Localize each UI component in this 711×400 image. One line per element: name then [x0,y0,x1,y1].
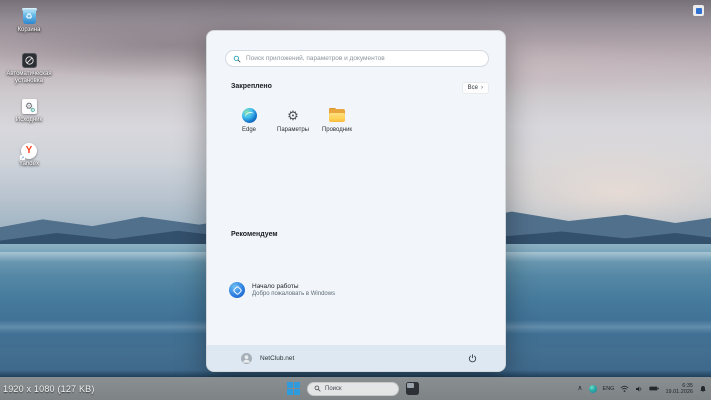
taskbar-search-label: Поиск [325,385,342,392]
desktop-icon-label: Автоматическая установка [6,71,52,84]
search-icon [233,55,241,62]
recycle-bin-icon: ♻ [21,7,38,25]
windows-logo-icon [287,382,293,388]
battery-icon[interactable] [649,385,660,392]
settings-gear-icon: ⚙ [287,107,299,123]
notifications-bell-icon[interactable] [699,385,707,393]
volume-icon[interactable] [635,385,643,393]
windows-logo-icon [294,382,300,388]
recommended-item-subtitle: Добро пожаловать в Windows [252,291,336,297]
desktop-icon-source[interactable]: ⚙ ⚙ Исходник [2,98,56,124]
viewer-resolution-caption: 1920 x 1080 (127 KB) [3,384,95,394]
pinned-app-edge[interactable]: Edge [227,103,271,145]
power-button[interactable] [465,351,479,365]
pinned-app-label: Проводник [321,127,353,133]
auto-install-icon [21,52,38,69]
folder-icon [329,107,345,123]
user-avatar[interactable] [241,352,252,364]
desktop-icon-yandex[interactable]: Y ↗ Yandex [2,142,56,168]
pinned-apps-grid: Edge ⚙ Параметры Проводник [227,103,359,145]
wifi-icon[interactable] [620,385,629,393]
taskbar-search[interactable]: Поиск [307,381,399,396]
user-name[interactable]: NetClub.net [260,355,294,362]
desktop-icon-recycle-bin[interactable]: ♻ Корзина [2,7,56,34]
chevron-right-icon: › [481,85,483,91]
clock-date: 19.01.2026 [665,388,693,395]
gears-icon: ⚙ ⚙ [21,98,38,115]
pinned-all-button[interactable]: Все › [461,82,489,94]
pinned-section-title: Закреплено [231,83,272,90]
start-menu-user-bar: NetClub.net [207,345,505,371]
search-input[interactable] [246,55,481,62]
viewer-corner-icon[interactable] [693,5,704,16]
pinned-app-settings[interactable]: ⚙ Параметры [271,103,315,145]
desktop-icon-label: Yandex [19,161,39,167]
language-indicator[interactable]: ENG [603,386,615,392]
recommended-item-get-started[interactable]: Начало работы Добро пожаловать в Windows [229,277,409,303]
desktop-icon-label: Корзина [17,27,41,33]
pinned-app-label: Параметры [277,127,309,133]
yandex-browser-icon: Y ↗ [20,142,38,160]
windows-logo-icon [294,389,300,395]
recommended-item-title: Начало работы [252,283,299,290]
pinned-app-label: Edge [241,127,256,133]
search-icon [314,385,321,392]
desktop-icon-label: Исходник [15,117,43,123]
taskbar-pinned-app[interactable] [406,382,419,395]
edge-icon [241,107,257,123]
system-tray: ∧ ENG 6:35 19.01.2026 [577,377,707,400]
tray-app-icon[interactable] [588,384,597,393]
taskbar: Поиск ∧ ENG 6:35 19.01.2026 [0,377,711,400]
tray-chevron-up-icon[interactable]: ∧ [577,384,582,392]
pinned-app-explorer[interactable]: Проводник [315,103,359,145]
windows-logo-icon [287,389,293,395]
power-icon [468,353,476,362]
desktop-icon-auto-install[interactable]: Автоматическая установка [2,52,56,85]
start-menu-panel: Закреплено Все › Edge ⚙ Параметры Провод… [206,30,506,372]
person-icon [242,354,251,363]
start-button[interactable] [287,382,300,395]
get-started-icon [229,282,245,298]
all-button-label: Все [467,85,478,91]
taskbar-clock[interactable]: 6:35 19.01.2026 [665,383,693,395]
recommended-section-title: Рекомендуем [231,231,278,238]
viewer-corner-icon-glyph [695,7,702,14]
start-menu-search-box[interactable] [225,50,489,67]
